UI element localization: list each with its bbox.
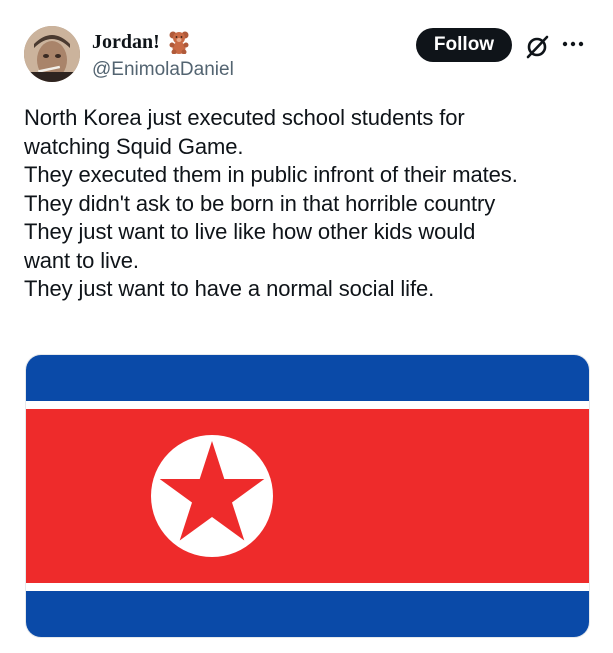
follow-button[interactable]: Follow [416,28,512,62]
flag-white-top [26,401,589,409]
tweet-text-line: They didn't ask to be born in that horri… [24,190,496,216]
flag-red-band [26,409,589,583]
tweet-text-line: They just want to have a normal social l… [24,276,435,301]
display-name[interactable]: Jordan! [92,30,160,54]
flag-blue-top [26,355,589,401]
tweet-text-line: want to live. [24,247,139,273]
tweet-text-line: North Korea just executed school student… [24,105,465,130]
teddy-bear-icon [168,30,190,55]
flag-blue-bottom [26,591,589,637]
tweet-text-line: They executed them in public infront of … [24,162,518,187]
flag-white-bottom [26,583,589,591]
user-handle[interactable]: @EnimolaDaniel [92,58,234,82]
grok-icon[interactable] [524,34,550,60]
flag-image [26,355,589,637]
tweet-text-line: watching Squid Game. [24,133,244,159]
tweet-text-line: They just want to live like how other ki… [24,219,476,244]
more-options-icon[interactable] [560,30,586,56]
tweet-media-image[interactable] [25,354,590,638]
tweet-text: North Korea just executed school student… [24,104,589,304]
tweet-card: Jordan! @EnimolaDaniel Follow North Kore… [0,0,613,653]
avatar[interactable] [24,26,80,82]
